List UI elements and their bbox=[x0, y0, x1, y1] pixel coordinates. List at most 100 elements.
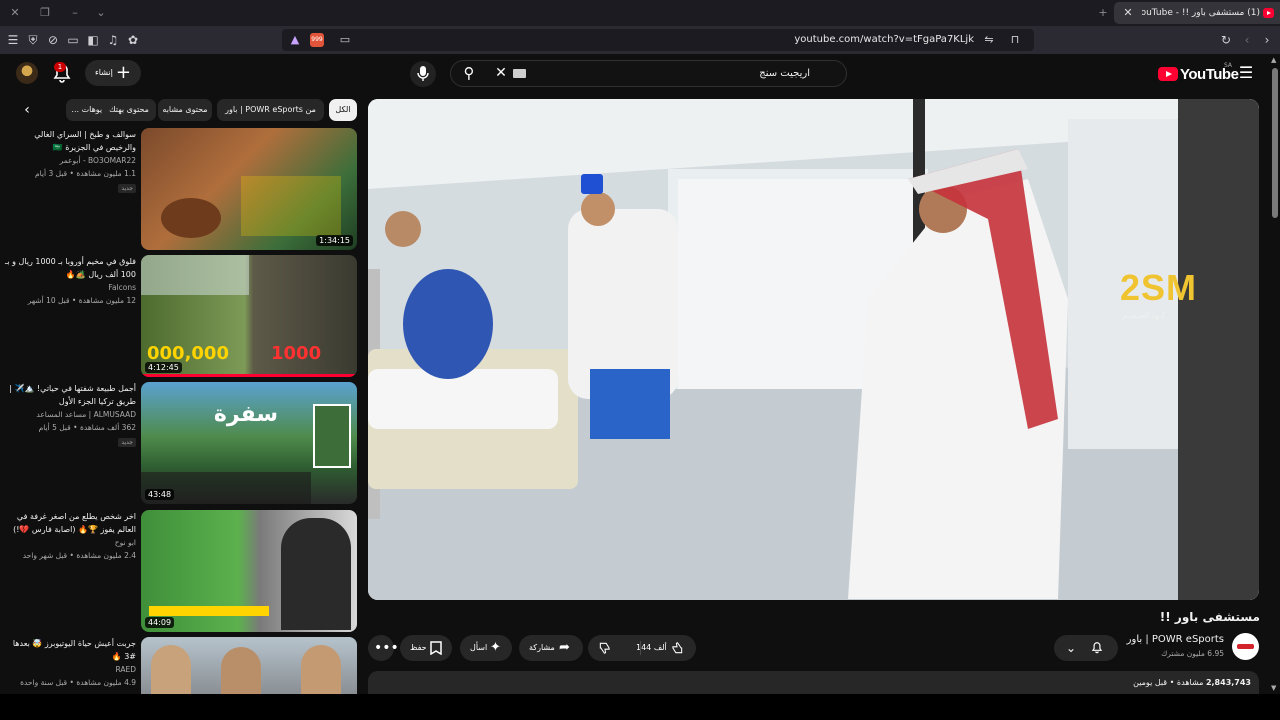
video-thumbnail[interactable]: 000,000 1000 4:12:45 bbox=[141, 255, 357, 377]
share-button[interactable]: مشاركة ➦ bbox=[519, 635, 583, 661]
app-menu-icon[interactable]: ☰ bbox=[4, 31, 22, 49]
scrollbar-thumb[interactable] bbox=[1272, 68, 1278, 218]
shield-badge[interactable]: 999 bbox=[310, 33, 324, 47]
reader-view-icon[interactable]: ▭ bbox=[336, 31, 354, 49]
video-thumbnail[interactable]: سفرة 43:48 bbox=[141, 382, 357, 504]
sidebar-toggle-icon[interactable]: ◧ bbox=[84, 31, 102, 49]
youtube-play-icon bbox=[1158, 67, 1178, 81]
tab-list-chevron-icon[interactable]: ⌄ bbox=[92, 4, 110, 22]
watch-progress-bar bbox=[141, 374, 357, 377]
video-meta: 12 مليون مشاهدة • قبل 10 أشهر bbox=[27, 296, 136, 305]
recommendation-item[interactable]: 44:09 اخر شخص يطلع من اصغر غرفة في العال… bbox=[0, 510, 360, 632]
search-input[interactable] bbox=[560, 61, 810, 86]
window-close-icon[interactable]: ✕ bbox=[6, 4, 24, 22]
shield-icon[interactable]: ⛨ bbox=[24, 31, 42, 49]
address-bar[interactable]: ▲ 999 ▭ youtube.com/watch?v=tFgaPa7KLjk … bbox=[282, 29, 1034, 51]
microphone-icon bbox=[417, 66, 429, 81]
video-title[interactable]: سوالف و طبخ | السراي الغالي والرخيص في ا… bbox=[4, 128, 136, 154]
tab-close-icon[interactable]: ✕ bbox=[1120, 4, 1136, 22]
video-title[interactable]: فلوق في مخيم أوروبا بـ 1000 ريال و بـ 10… bbox=[4, 255, 136, 281]
scroll-up-arrow-icon[interactable]: ▲ bbox=[1271, 56, 1276, 64]
guide-menu-icon[interactable]: ☰ bbox=[1236, 64, 1256, 82]
extensions-icon[interactable]: ✿ bbox=[124, 31, 142, 49]
back-icon[interactable]: ‹ bbox=[1238, 31, 1256, 49]
video-meta: 362 ألف مشاهدة • قبل 5 أيام bbox=[38, 423, 136, 432]
save-button[interactable]: حفظ bbox=[400, 635, 452, 661]
recommendation-item[interactable]: سفرة 43:48 أجمل طبيعة شفتها في حياتي! 🏔️… bbox=[0, 382, 360, 504]
video-title[interactable]: أجمل طبيعة شفتها في حياتي! 🏔️✈️ | طريق ت… bbox=[4, 382, 136, 408]
like-button[interactable] bbox=[670, 635, 684, 665]
voice-search-button[interactable] bbox=[410, 61, 436, 87]
create-button[interactable]: إنشاء + bbox=[85, 60, 141, 86]
like-divider bbox=[640, 641, 641, 655]
window-minimize-icon[interactable]: – bbox=[66, 4, 84, 22]
chevron-down-icon: ⌄ bbox=[1066, 641, 1077, 655]
new-badge: جديد bbox=[118, 184, 136, 193]
ask-label: اسأل bbox=[470, 643, 488, 652]
bookmark-icon[interactable]: ⊓ bbox=[1006, 31, 1024, 49]
chip-all[interactable]: الكل bbox=[329, 99, 357, 121]
downloads-icon[interactable]: ⊘ bbox=[44, 31, 62, 49]
youtube-header: 1 إنشاء + ⚲ ✕ YouTube SA ☰ bbox=[0, 54, 1270, 94]
channel-avatar[interactable] bbox=[1232, 633, 1259, 660]
search-icon[interactable]: ⚲ bbox=[451, 61, 487, 86]
video-thumbnail[interactable] bbox=[141, 637, 357, 694]
chip-similar[interactable]: محتوى مشابه bbox=[158, 99, 212, 121]
channel-name[interactable]: POWR eSports | باور bbox=[1127, 634, 1224, 645]
create-label: إنشاء bbox=[95, 68, 113, 77]
taskbar-strip bbox=[0, 694, 1280, 720]
share-icon: ➦ bbox=[559, 640, 570, 655]
vpn-triangle-icon[interactable]: ▲ bbox=[286, 31, 304, 49]
more-actions-button[interactable]: ••• bbox=[368, 635, 399, 661]
page-scrollbar[interactable]: ▲ ▼ bbox=[1270, 54, 1280, 694]
dislike-button[interactable] bbox=[598, 635, 612, 665]
video-duration: 1:34:15 bbox=[316, 235, 353, 246]
tabs-overview-icon[interactable]: ▭ bbox=[64, 31, 82, 49]
video-duration: 44:09 bbox=[145, 617, 175, 628]
url-text[interactable]: youtube.com/watch?v=tFgaPa7KLjk bbox=[794, 29, 974, 51]
chip-from-channel[interactable]: من POWR eSports | باور bbox=[217, 99, 324, 121]
video-thumbnail[interactable]: 44:09 bbox=[141, 510, 357, 632]
subscribed-button[interactable]: ⌄ bbox=[1054, 635, 1118, 661]
bookmark-icon bbox=[430, 635, 442, 665]
user-avatar[interactable] bbox=[16, 62, 38, 84]
reload-icon[interactable]: ↻ bbox=[1217, 31, 1235, 49]
clear-search-icon[interactable]: ✕ bbox=[491, 63, 511, 83]
window-maximize-icon[interactable]: ❐ bbox=[36, 4, 54, 22]
channel-name[interactable]: Falcons bbox=[4, 281, 136, 294]
video-info: اخر شخص يطلع من اصغر غرفة في العالم يفوز… bbox=[4, 510, 136, 562]
video-frame bbox=[368, 99, 1259, 600]
video-title[interactable]: اخر شخص يطلع من اصغر غرفة في العالم يفوز… bbox=[4, 510, 136, 536]
keyboard-icon[interactable] bbox=[513, 69, 526, 78]
scroll-down-arrow-icon[interactable]: ▼ bbox=[1271, 684, 1276, 692]
video-meta: 1.1 مليون مشاهدة • قبل 3 أيام bbox=[34, 169, 136, 178]
channel-name[interactable]: RAED bbox=[4, 663, 136, 676]
more-horizontal-icon: ••• bbox=[374, 640, 399, 656]
video-thumbnail[interactable]: 1:34:15 bbox=[141, 128, 357, 250]
chips-prev-chevron-icon[interactable]: ‹ bbox=[16, 99, 38, 121]
youtube-logo[interactable]: YouTube SA bbox=[1158, 62, 1239, 84]
forward-icon[interactable]: › bbox=[1258, 31, 1276, 49]
video-player[interactable]: 2SM كـود الحـسـم bbox=[368, 99, 1259, 600]
save-label: حفظ bbox=[410, 643, 427, 652]
recommendation-item[interactable]: 000,000 1000 4:12:45 فلوق في مخيم أوروبا… bbox=[0, 255, 360, 377]
recommendation-item[interactable]: 1:34:15 سوالف و طبخ | السراي الغالي والر… bbox=[0, 128, 360, 250]
channel-name[interactable]: ابو نوح bbox=[4, 536, 136, 549]
channel-name[interactable]: BO3OMAR22 - أبوعمر bbox=[4, 154, 136, 167]
site-settings-icon[interactable]: ⇋ bbox=[980, 31, 998, 49]
search-box[interactable]: ⚲ ✕ bbox=[450, 60, 847, 87]
views-suffix: مشاهدة • قبل يومين bbox=[1133, 678, 1204, 687]
video-info: فلوق في مخيم أوروبا بـ 1000 ريال و بـ 10… bbox=[4, 255, 136, 307]
ask-button[interactable]: اسأل ✦ bbox=[460, 635, 512, 661]
music-icon[interactable]: ♫ bbox=[104, 31, 122, 49]
active-browser-tab[interactable]: ✕ (1) مستشفى باور !! - YouTube bbox=[1114, 2, 1280, 24]
like-dislike-group: 144 ألف bbox=[588, 635, 696, 661]
new-tab-button[interactable]: + bbox=[1094, 4, 1112, 22]
video-title[interactable]: جربت أعيش حياة اليوتيوبرز 🤯 بعدها #3 🔥 bbox=[4, 637, 136, 663]
watermark-subtitle: كـود الحـسـم bbox=[1122, 311, 1166, 320]
channel-watermark: 2SM bbox=[1120, 267, 1198, 308]
video-info: أجمل طبيعة شفتها في حياتي! 🏔️✈️ | طريق ت… bbox=[4, 382, 136, 447]
chip-watched[interactable]: محتوى بهتك bbox=[102, 99, 156, 121]
channel-name[interactable]: ALMUSAAD | مساعد المساعد bbox=[4, 408, 136, 421]
recommendation-item[interactable]: جربت أعيش حياة اليوتيوبرز 🤯 بعدها #3 🔥 R… bbox=[0, 637, 360, 694]
